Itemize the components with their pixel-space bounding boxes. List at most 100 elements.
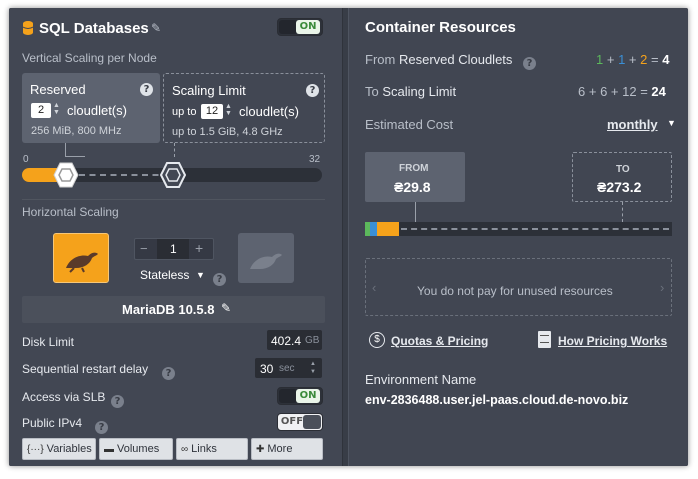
node-group-toggle[interactable]: ON (277, 18, 323, 36)
equals-sign: = (647, 52, 663, 67)
variables-label: Variables (46, 443, 92, 455)
reserved-cloudlets-input[interactable]: 2 (31, 103, 51, 118)
volumes-button[interactable]: ▬ Volumes (99, 438, 173, 460)
edit-node-name-icon[interactable]: ✎ (221, 301, 231, 315)
toggle-knob (279, 389, 297, 403)
from-label: Reserved Cloudlets (398, 52, 513, 67)
reserved-connector (65, 143, 66, 157)
section-divider (22, 199, 325, 200)
document-icon (538, 331, 551, 348)
quotas-pricing-link[interactable]: Quotas & Pricing (391, 334, 488, 348)
volumes-label: Volumes (117, 443, 160, 455)
plus-sign: + (607, 84, 623, 99)
plus-sign: + (585, 84, 601, 99)
to-limit-sum: 6 + 6 + 12 = 24 (578, 84, 666, 99)
slider-max-label: 32 (309, 154, 321, 165)
from-total: 4 (662, 52, 670, 67)
restart-delay-help-icon[interactable]: ? (162, 363, 175, 381)
to-limit-label: To Scaling Limit (365, 84, 456, 99)
scaling-limit-title: Scaling Limit (172, 83, 246, 98)
variables-icon: {···} (27, 444, 44, 455)
toggle-label: ON (296, 389, 320, 403)
vertical-scaling-label: Vertical Scaling per Node (22, 51, 157, 65)
scaling-limit-prefix: up to (172, 106, 197, 118)
node-count-value[interactable]: 1 (170, 242, 177, 256)
cost-period-dropdown[interactable]: monthly (607, 117, 658, 132)
from-box-connector (415, 202, 416, 222)
ipv4-help-icon[interactable]: ? (95, 417, 108, 435)
resources-title: Container Resources (365, 19, 516, 36)
ipv4-toggle[interactable]: OFF (277, 413, 323, 431)
reserved-stepper-icon[interactable]: ▲ ▼ (53, 102, 60, 116)
folder-icon: ▬ (104, 444, 114, 455)
restart-delay-label: Sequential restart delay (22, 362, 149, 376)
limit-slider-handle[interactable] (159, 162, 187, 188)
how-pricing-works-link[interactable]: How Pricing Works (558, 334, 667, 348)
restart-delay-value[interactable]: 30 (260, 362, 273, 376)
limit-connector (174, 143, 175, 157)
slider-min-label: 0 (23, 154, 29, 165)
equals-sign: = (636, 84, 652, 99)
scaling-mode-help-icon[interactable]: ? (213, 269, 226, 287)
document-lines (540, 335, 549, 343)
variables-button[interactable]: {···} Variables (22, 438, 96, 460)
from-cost-value: ₴29.8 (394, 179, 431, 195)
edit-title-icon[interactable]: ✎ (151, 21, 161, 35)
chevron-right-icon[interactable]: › (660, 280, 664, 295)
links-label: Links (191, 443, 217, 455)
toggle-knob (303, 415, 321, 429)
disk-limit-unit: GB (305, 335, 320, 346)
unused-resources-note: You do not pay for unused resources (417, 284, 613, 298)
from-prefix: From (365, 52, 396, 67)
scaling-mode-dropdown[interactable]: Stateless (140, 268, 189, 282)
panel-title: SQL Databases (39, 20, 149, 37)
environment-topology-panel: SQL Databases ✎ ON Vertical Scaling per … (9, 8, 688, 466)
slb-help-icon[interactable]: ? (111, 391, 124, 409)
slb-label: Access via SLB (22, 390, 106, 404)
disk-limit-label: Disk Limit (22, 335, 75, 349)
restart-delay-stepper-icon[interactable]: ▲ ▼ (310, 360, 316, 376)
chevron-down-icon[interactable]: ▼ (667, 118, 676, 128)
cost-bar-dashes (401, 228, 669, 230)
disk-limit-value[interactable]: 402.4 (271, 334, 301, 348)
chevron-left-icon[interactable]: ‹ (372, 280, 376, 295)
links-button[interactable]: ∞ Links (176, 438, 248, 460)
to-box-connector (622, 202, 623, 222)
cost-bar-blue (370, 222, 377, 236)
from-cost-title: FROM (399, 163, 429, 174)
chevron-down-icon[interactable]: ▼ (196, 270, 205, 280)
mariadb-seal-icon (66, 252, 98, 273)
ipv4-label: Public IPv4 (22, 416, 83, 430)
estimated-cost-label: Estimated Cost (365, 117, 454, 132)
reserved-slider-handle[interactable] (53, 162, 79, 188)
link-icon: ∞ (181, 444, 189, 455)
slb-toggle[interactable]: ON (277, 387, 323, 405)
scaling-limit-stepper-icon[interactable]: ▲ ▼ (225, 103, 232, 117)
to-cost-title: TO (616, 164, 630, 175)
reserved-card: Reserved ? 2 ▲ ▼ cloudlet(s) 256 MiB, 800… (22, 73, 160, 143)
node-name[interactable]: MariaDB 10.5.8 (122, 302, 215, 317)
node-count-plus[interactable]: + (195, 240, 203, 256)
scaling-limit-detail: up to 1.5 GiB, 4.8 GHz (172, 126, 283, 138)
reserved-title: Reserved (30, 82, 86, 97)
to-label: Scaling Limit (382, 84, 457, 99)
environment-name-label: Environment Name (365, 372, 477, 387)
add-layer-button[interactable] (238, 233, 294, 283)
toggle-knob (279, 20, 297, 34)
panel-divider (342, 8, 349, 466)
scaling-limit-unit: cloudlet(s) (239, 104, 299, 119)
node-config-panel: SQL Databases ✎ ON Vertical Scaling per … (9, 8, 342, 466)
scaling-limit-input[interactable]: 12 (201, 104, 223, 119)
limit-range-dashes (79, 174, 169, 176)
to-cost-value: ₴273.2 (597, 179, 642, 195)
reserved-help-icon[interactable]: ? (140, 79, 153, 97)
environment-name-value[interactable]: env-2836488.user.jel-paas.cloud.de-novo.… (365, 393, 628, 407)
reserved-detail: 256 MiB, 800 MHz (31, 125, 122, 137)
scaling-limit-help-icon[interactable]: ? (306, 80, 319, 98)
node-count-minus[interactable]: − (140, 241, 148, 256)
mariadb-node-button[interactable] (53, 233, 109, 283)
from-reserved-label: From Reserved Cloudlets (365, 52, 512, 67)
to-prefix: To (365, 84, 379, 99)
more-button[interactable]: ✚ More (251, 438, 323, 460)
from-reserved-help-icon[interactable]: ? (523, 53, 536, 71)
